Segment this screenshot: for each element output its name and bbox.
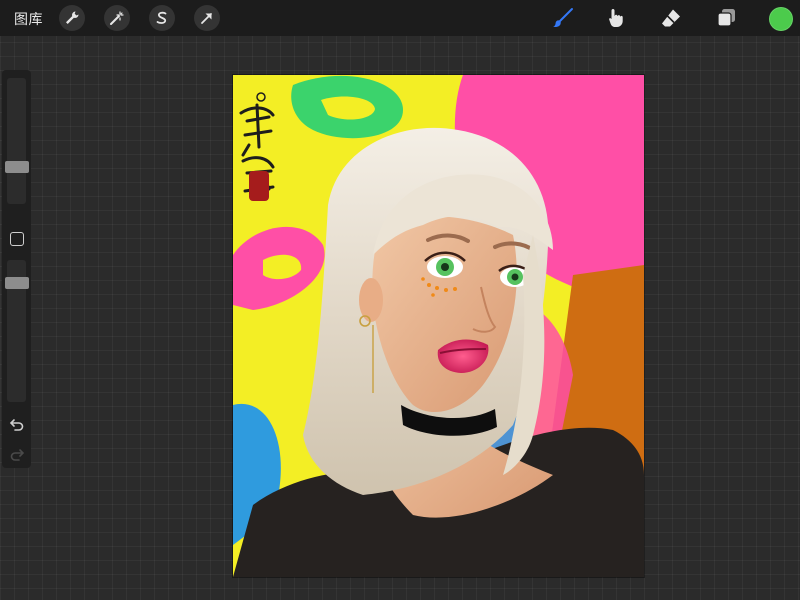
undo-icon[interactable]: [9, 416, 25, 432]
opacity-slider-thumb[interactable]: [5, 277, 29, 289]
wrench-icon: [66, 11, 79, 24]
drawing-canvas[interactable]: [233, 75, 644, 577]
layers-button[interactable]: [712, 4, 740, 32]
left-sidebar: [2, 70, 31, 468]
brush-tool-button[interactable]: [549, 4, 577, 32]
selection-button[interactable]: [149, 5, 175, 31]
layers-icon: [717, 9, 735, 27]
modify-button[interactable]: [10, 232, 24, 246]
move-arrow-icon: [201, 13, 212, 24]
brush-size-slider-thumb[interactable]: [5, 161, 29, 173]
selection-icon: [156, 11, 167, 24]
opacity-slider[interactable]: [5, 260, 29, 402]
smudge-icon: [609, 9, 623, 27]
brush-icon: [553, 8, 573, 28]
eraser-tool-button[interactable]: [657, 4, 685, 32]
top-toolbar: 图库: [0, 0, 800, 36]
adjustments-button[interactable]: [104, 5, 130, 31]
redo-icon[interactable]: [9, 446, 25, 462]
gallery-button[interactable]: 图库: [14, 9, 43, 29]
eraser-icon: [662, 9, 680, 27]
portrait-artwork: [233, 75, 644, 577]
brush-size-slider[interactable]: [5, 78, 29, 204]
transform-button[interactable]: [194, 5, 220, 31]
actions-button[interactable]: [59, 5, 85, 31]
smudge-tool-button[interactable]: [603, 4, 631, 32]
color-picker-swatch[interactable]: [769, 7, 793, 31]
magic-wand-icon: [110, 11, 124, 25]
